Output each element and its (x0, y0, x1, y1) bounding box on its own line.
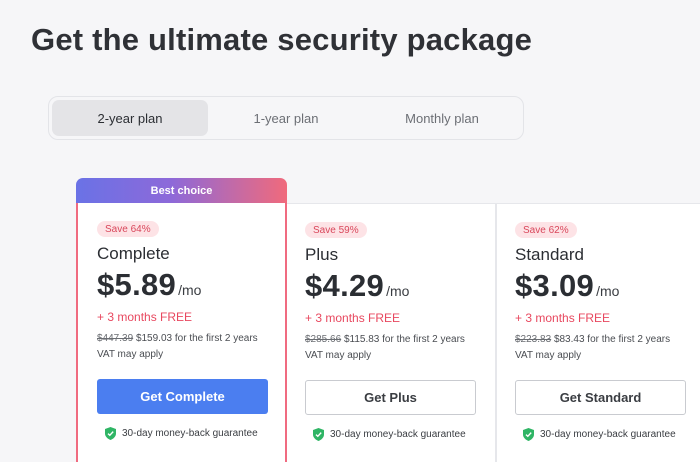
plan-card-standard: Save 62% Standard $3.09 /mo + 3 months F… (496, 203, 700, 462)
page-title: Get the ultimate security package (31, 22, 533, 57)
price: $5.89 (97, 267, 177, 302)
plan-name: Complete (97, 244, 170, 263)
billing-term: for the first 2 years (379, 334, 465, 345)
free-months-offer: + 3 months FREE (515, 311, 611, 325)
billing-details: $223.83 $83.43 for the first 2 years (515, 334, 670, 345)
tab-monthly-plan[interactable]: Monthly plan (364, 100, 520, 136)
money-back-guarantee: 30-day money-back guarantee (523, 428, 676, 441)
plan-card-plus: Save 59% Plus $4.29 /mo + 3 months FREE … (287, 203, 496, 462)
plan-period-selector: 2-year plan 1-year plan Monthly plan (48, 96, 524, 140)
guarantee-text: 30-day money-back guarantee (330, 429, 466, 440)
save-badge: Save 64% (97, 221, 159, 237)
price-row: $5.89 /mo (97, 267, 201, 303)
get-complete-button[interactable]: Get Complete (97, 379, 268, 414)
get-plus-button[interactable]: Get Plus (305, 380, 476, 415)
tab-1-year-plan[interactable]: 1-year plan (208, 100, 364, 136)
vat-note: VAT may apply (97, 349, 164, 360)
shield-check-icon (313, 428, 324, 441)
plan-name: Standard (515, 245, 584, 264)
guarantee-text: 30-day money-back guarantee (122, 428, 258, 439)
save-badge: Save 62% (515, 222, 577, 238)
billing-details: $285.66 $115.83 for the first 2 years (305, 334, 465, 345)
discounted-price: $115.83 (343, 334, 380, 345)
billing-details: $447.39 $159.03 for the first 2 years (97, 333, 258, 344)
price-row: $4.29 /mo (305, 268, 409, 304)
save-badge: Save 59% (305, 222, 367, 238)
shield-check-icon (105, 427, 116, 440)
best-choice-banner: Best choice (76, 178, 287, 204)
original-price: $223.83 (515, 334, 552, 345)
vat-note: VAT may apply (305, 350, 372, 361)
money-back-guarantee: 30-day money-back guarantee (105, 427, 258, 440)
free-months-offer: + 3 months FREE (97, 310, 193, 324)
price-row: $3.09 /mo (515, 268, 619, 304)
billing-term: for the first 2 years (172, 333, 258, 344)
tab-2-year-plan[interactable]: 2-year plan (52, 100, 208, 136)
shield-check-icon (523, 428, 534, 441)
free-months-offer: + 3 months FREE (305, 311, 401, 325)
original-price: $447.39 (97, 333, 134, 344)
get-standard-button[interactable]: Get Standard (515, 380, 686, 415)
discounted-price: $159.03 (135, 333, 173, 344)
plan-name: Plus (305, 245, 339, 264)
plan-card-complete: Save 64% Complete $5.89 /mo + 3 months F… (76, 203, 287, 462)
guarantee-text: 30-day money-back guarantee (540, 429, 676, 440)
price-period: /mo (178, 282, 202, 298)
discounted-price: $83.43 (553, 334, 585, 345)
billing-term: for the first 2 years (584, 334, 671, 345)
original-price: $285.66 (305, 334, 342, 345)
money-back-guarantee: 30-day money-back guarantee (313, 428, 466, 441)
vat-note: VAT may apply (515, 350, 582, 361)
price-period: /mo (596, 283, 620, 299)
price: $4.29 (305, 268, 385, 303)
price-period: /mo (386, 283, 410, 299)
price: $3.09 (515, 268, 595, 303)
